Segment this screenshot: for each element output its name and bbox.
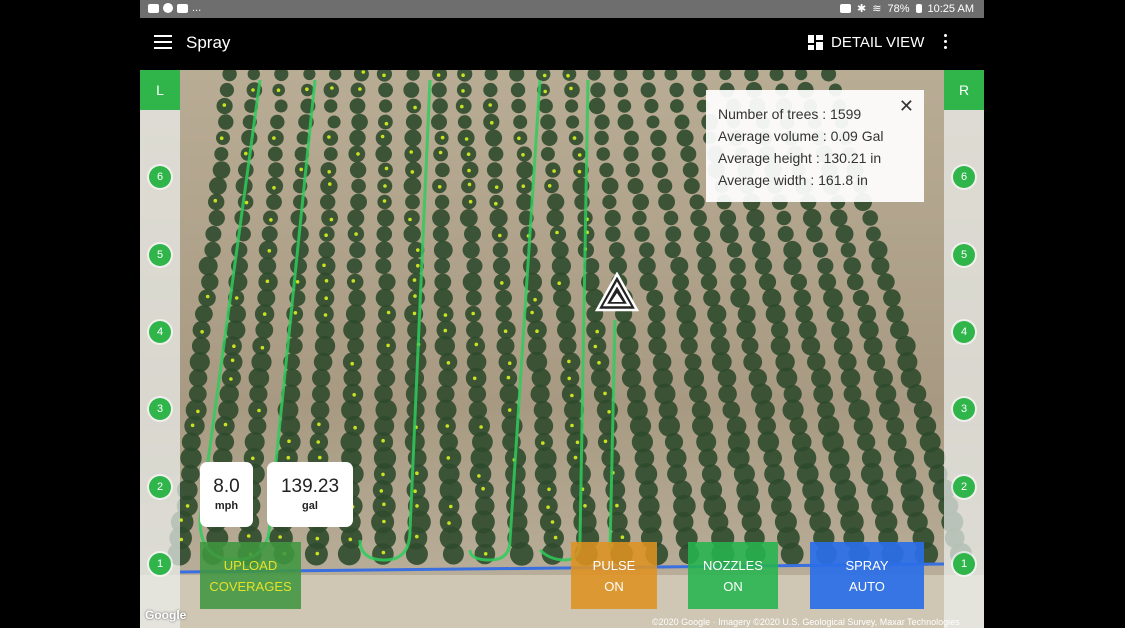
tree-stats-panel: ✕ Number of trees : 1599 Average volume … xyxy=(706,90,924,202)
close-icon[interactable]: ✕ xyxy=(899,96,914,117)
left-rail-label: L xyxy=(140,70,180,110)
left-nozzle-3[interactable]: 3 xyxy=(149,398,171,420)
right-nozzle-2[interactable]: 2 xyxy=(953,476,975,498)
pulse-label-1: PULSE xyxy=(592,557,636,573)
cast-icon xyxy=(840,4,852,13)
battery-icon xyxy=(915,4,922,13)
vehicle-position-icon xyxy=(595,272,639,312)
left-nozzle-2[interactable]: 2 xyxy=(149,476,171,498)
upload-label-1: UPLOAD xyxy=(223,557,278,573)
pulse-toggle-button[interactable]: PULSE ON xyxy=(571,542,657,609)
clock: 10:25 AM xyxy=(927,2,974,15)
battery-level: 78% xyxy=(887,2,910,15)
volume-readout: 139.23 gal xyxy=(267,462,353,527)
detail-view-label: DETAIL VIEW xyxy=(831,34,925,51)
more-notifications: ... xyxy=(192,2,202,14)
app-bar: Spray DETAIL VIEW xyxy=(140,18,984,70)
map-attribution: ©2020 Google · Imagery ©2020 U.S. Geolog… xyxy=(652,617,960,627)
spray-label-1: SPRAY xyxy=(845,557,889,573)
nozzles-label-1: NOZZLES xyxy=(703,557,763,573)
wifi-icon: ≋ xyxy=(872,3,882,15)
pulse-label-2: ON xyxy=(604,578,624,594)
nozzles-label-2: ON xyxy=(723,578,743,594)
nozzles-toggle-button[interactable]: NOZZLES ON xyxy=(688,542,778,609)
average-width: Average width : 161.8 in xyxy=(718,172,868,188)
detail-view-button[interactable]: DETAIL VIEW xyxy=(808,34,924,51)
right-nozzle-4[interactable]: 4 xyxy=(953,321,975,343)
trees-count: Number of trees : 1599 xyxy=(718,106,862,122)
google-logo: Google xyxy=(145,608,187,622)
right-nozzle-1[interactable]: 1 xyxy=(953,553,975,575)
spray-label-2: AUTO xyxy=(849,578,885,594)
left-nozzle-5[interactable]: 5 xyxy=(149,244,171,266)
add-icon xyxy=(163,3,173,13)
right-nozzle-3[interactable]: 3 xyxy=(953,398,975,420)
dashboard-icon xyxy=(808,35,823,50)
average-height: Average height : 130.21 in xyxy=(718,150,882,166)
left-nozzle-6[interactable]: 6 xyxy=(149,166,171,188)
left-nozzle-1[interactable]: 1 xyxy=(149,553,171,575)
mail-icon xyxy=(177,3,188,13)
overflow-menu-icon[interactable] xyxy=(942,34,948,52)
speed-unit: mph xyxy=(214,500,239,512)
left-boom-rail: L 6 5 4 3 2 1 xyxy=(140,70,180,628)
volume-unit: gal xyxy=(302,500,318,512)
left-nozzle-4[interactable]: 4 xyxy=(149,321,171,343)
right-rail-label: R xyxy=(944,70,984,110)
hamburger-menu-icon[interactable] xyxy=(154,35,172,49)
page-title: Spray xyxy=(186,33,231,52)
speed-readout: 8.0 mph xyxy=(200,462,253,527)
video-icon xyxy=(148,3,159,13)
spray-mode-button[interactable]: SPRAY AUTO xyxy=(810,542,924,609)
volume-value: 139.23 xyxy=(280,476,340,497)
upload-label-2: COVERAGES xyxy=(209,578,292,594)
status-bar: ... ✱ ≋ 78% 10:25 AM xyxy=(140,0,984,18)
right-boom-rail: R 6 5 4 3 2 1 xyxy=(944,70,984,628)
speed-value: 8.0 xyxy=(213,476,240,497)
app-screen: ... ✱ ≋ 78% 10:25 AM Spray DETAIL VIEW L… xyxy=(140,0,984,628)
upload-coverages-button[interactable]: UPLOAD COVERAGES xyxy=(200,542,301,609)
right-nozzle-5[interactable]: 5 xyxy=(953,244,975,266)
average-volume: Average volume : 0.09 Gal xyxy=(718,128,884,144)
bluetooth-icon: ✱ xyxy=(857,3,867,15)
right-nozzle-6[interactable]: 6 xyxy=(953,166,975,188)
